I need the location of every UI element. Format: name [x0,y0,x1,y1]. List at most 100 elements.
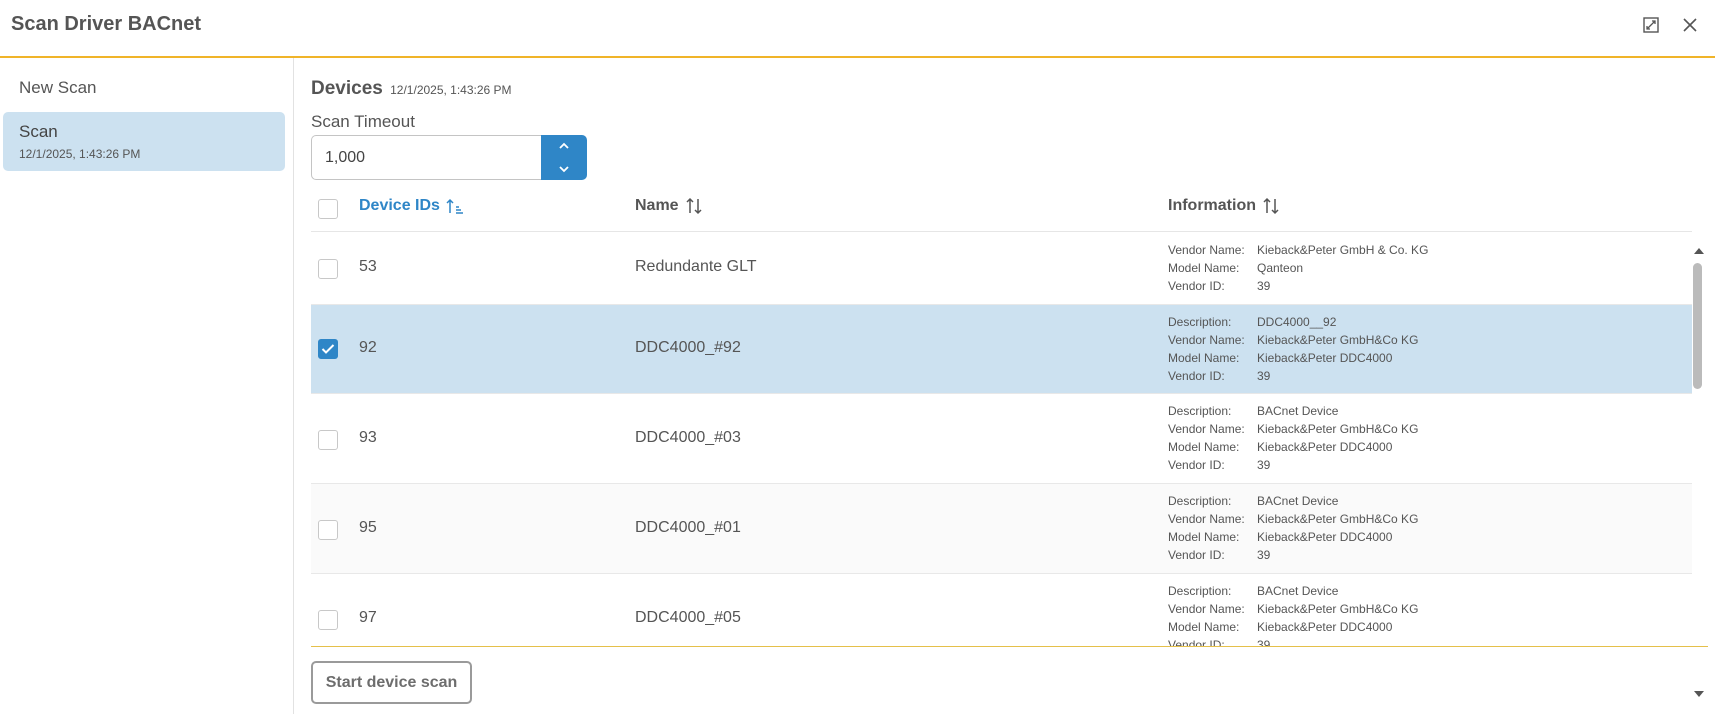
column-header-device-ids[interactable]: Device IDs [359,197,464,215]
close-icon [1683,18,1697,32]
table-scrollbar-thumb[interactable] [1693,263,1702,389]
device-id: 92 [359,339,377,356]
device-name: Redundante GLT [635,258,757,275]
table-row[interactable]: 97 DDC4000_#05 Description: BACnet Device… [311,574,1692,647]
new-scan-item[interactable]: New Scan [19,78,96,98]
info-value: 39 [1257,548,1271,562]
table-row[interactable]: 93 DDC4000_#03 Description: BACnet Device… [311,394,1692,484]
info-value: Kieback&Peter DDC4000 [1257,351,1393,365]
info-key: Model Name: [1168,351,1240,365]
sidebar-item-label: Scan [19,122,58,141]
info-value: Kieback&Peter GmbH&Co KG [1257,422,1419,436]
info-value: Kieback&Peter GmbH&Co KG [1257,512,1419,526]
chevron-down-icon [559,166,569,173]
scan-timeout-input[interactable] [311,135,541,180]
column-header-label: Name [635,197,679,214]
page-title: Devices 12/1/2025, 1:43:26 PM [311,78,512,100]
column-header-label: Information [1168,197,1256,214]
info-key: Vendor ID: [1168,548,1225,562]
row-checkbox[interactable] [318,520,338,540]
info-key: Vendor Name: [1168,602,1245,616]
info-key: Vendor ID: [1168,638,1225,647]
info-value: 39 [1257,638,1271,647]
info-value: Kieback&Peter DDC4000 [1257,530,1393,544]
device-info: Vendor Name: Kieback&Peter GmbH & Co. KG … [1168,241,1428,295]
row-checkbox[interactable] [318,339,338,359]
info-value: BACnet Device [1257,494,1339,508]
table-row[interactable]: 53 Redundante GLT Vendor Name: Kieback&Pe… [311,232,1692,305]
table-row[interactable]: 92 DDC4000_#92 Description: DDC4000__92 V… [311,305,1692,394]
sidebar-item-scan[interactable]: Scan 12/1/2025, 1:43:26 PM [3,112,285,171]
device-id: 97 [359,609,377,626]
sidebar: New Scan Scan 12/1/2025, 1:43:26 PM [0,58,294,714]
column-header-information[interactable]: Information [1168,197,1280,215]
device-name: DDC4000_#05 [635,609,741,626]
info-value: 39 [1257,369,1271,383]
device-name: DDC4000_#03 [635,429,741,446]
info-value: Kieback&Peter GmbH & Co. KG [1257,243,1429,257]
info-key: Model Name: [1168,620,1240,634]
info-key: Vendor Name: [1168,243,1245,257]
table-header: Device IDs Name Information [311,186,1692,232]
maximize-icon [1643,17,1659,33]
scroll-down-arrow[interactable] [1694,691,1704,697]
sort-ascending-icon [446,198,463,214]
info-key: Vendor ID: [1168,279,1225,293]
info-key: Model Name: [1168,261,1240,275]
main-panel: Devices 12/1/2025, 1:43:26 PM Scan Timeo… [295,58,1715,714]
scan-timeout-stepper [541,135,587,180]
column-header-name[interactable]: Name [635,197,703,215]
chevron-up-icon [559,142,569,149]
sort-icon [686,197,702,215]
device-info: Description: DDC4000__92 Vendor Name: Kieb… [1168,313,1418,385]
info-key: Vendor ID: [1168,458,1225,472]
stepper-up-button[interactable] [541,135,587,158]
device-name: DDC4000_#01 [635,519,741,536]
table-row[interactable]: 95 DDC4000_#01 Description: BACnet Device… [311,484,1692,574]
info-key: Model Name: [1168,440,1240,454]
row-checkbox[interactable] [318,610,338,630]
title-bar: Scan Driver BACnet [0,0,1715,58]
info-key: Vendor Name: [1168,422,1245,436]
info-value: 39 [1257,458,1271,472]
info-key: Description: [1168,584,1232,598]
info-key: Description: [1168,315,1232,329]
info-key: Description: [1168,404,1232,418]
info-key: Vendor Name: [1168,333,1245,347]
info-value: Kieback&Peter GmbH&Co KG [1257,602,1419,616]
column-header-label: Device IDs [359,197,440,214]
info-key: Vendor ID: [1168,369,1225,383]
devices-table: Device IDs Name Information 53 Redundant… [311,186,1708,647]
device-id: 93 [359,429,377,446]
row-checkbox[interactable] [318,259,338,279]
start-device-scan-button[interactable]: Start device scan [311,661,472,704]
info-value: Kieback&Peter DDC4000 [1257,440,1393,454]
scroll-up-arrow[interactable] [1694,248,1704,254]
devices-timestamp: 12/1/2025, 1:43:26 PM [390,83,512,97]
info-value: Kieback&Peter GmbH&Co KG [1257,333,1419,347]
info-value: Kieback&Peter DDC4000 [1257,620,1393,634]
close-button[interactable] [1679,14,1701,36]
select-all-checkbox[interactable] [318,199,338,219]
info-key: Vendor Name: [1168,512,1245,526]
info-value: BACnet Device [1257,404,1339,418]
device-info: Description: BACnet Device Vendor Name: Ki… [1168,582,1419,647]
checkmark-icon [321,344,335,354]
info-value: Qanteon [1257,261,1304,275]
info-value: DDC4000__92 [1257,315,1337,329]
device-name: DDC4000_#92 [635,339,741,356]
info-value: BACnet Device [1257,584,1339,598]
info-value: 39 [1257,279,1271,293]
scan-timeout-label: Scan Timeout [311,112,415,131]
maximize-button[interactable] [1640,14,1662,36]
sort-icon [1263,197,1279,215]
row-checkbox[interactable] [318,430,338,450]
stepper-down-button[interactable] [541,158,587,181]
device-id: 53 [359,258,377,275]
sidebar-item-timestamp: 12/1/2025, 1:43:26 PM [19,147,141,161]
info-key: Description: [1168,494,1232,508]
window-title: Scan Driver BACnet [11,13,202,35]
device-id: 95 [359,519,377,536]
device-info: Description: BACnet Device Vendor Name: Ki… [1168,492,1418,564]
device-info: Description: BACnet Device Vendor Name: Ki… [1168,402,1418,474]
